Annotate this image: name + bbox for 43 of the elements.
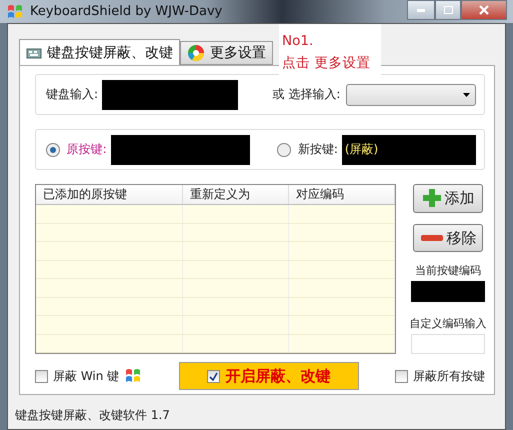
plus-icon [422,188,442,208]
checkbox[interactable] [394,370,408,382]
dropdown-arrow-icon [463,92,470,96]
minimize-icon [417,8,425,12]
field-label: 键盘输入: [46,86,98,103]
key-field[interactable]: (屏蔽) [342,134,476,164]
field-label: 自定义编码输入 [410,316,486,332]
field-label: 当前按键编码 [415,263,481,278]
close-button[interactable] [461,0,507,20]
maximize-button[interactable] [435,0,461,20]
keyboard-input-field[interactable] [102,80,238,110]
check-icon [208,372,218,380]
minimize-button[interactable] [407,0,435,20]
maximize-icon [444,6,452,14]
radio-button[interactable] [46,142,60,156]
radio-label: 原按键: [66,141,107,158]
remove-button[interactable]: 移除 [413,224,483,252]
annotation-text: No1. [282,32,314,51]
column-header[interactable]: 重新定义为 [183,185,289,204]
tab[interactable]: 键盘按键屏蔽、改键 [19,39,180,65]
annotation-text: 点击 更多设置 [282,54,372,73]
status-text: 键盘按键屏蔽、改键软件 1.7 [15,406,170,424]
field-label: 或 选择输入: [272,86,340,103]
tab[interactable]: 更多设置 [180,41,273,65]
checkbox-label: 屏蔽所有按键 [412,368,485,384]
checkbox[interactable] [35,370,48,382]
radio-label: 新按键: [298,141,338,158]
color-ball-icon [187,44,205,62]
close-icon [479,5,489,15]
window-title: KeyboardShield by WJW-Davy [30,4,224,19]
minus-icon [420,234,444,242]
windows-flag-icon [124,368,142,384]
keyboard-icon [26,46,42,60]
checkbox[interactable] [206,370,220,382]
code-input-field[interactable] [411,334,485,354]
app-icon [6,4,24,20]
column-header[interactable]: 已添加的原按键 [36,185,183,204]
column-header[interactable]: 对应编码 [289,185,395,204]
key-field[interactable] [110,134,250,164]
add-button[interactable]: 添加 [413,184,483,213]
select-dropdown[interactable] [346,84,476,106]
checkbox-label: 屏蔽 Win 键 [53,368,120,384]
radio-button[interactable] [277,142,291,156]
